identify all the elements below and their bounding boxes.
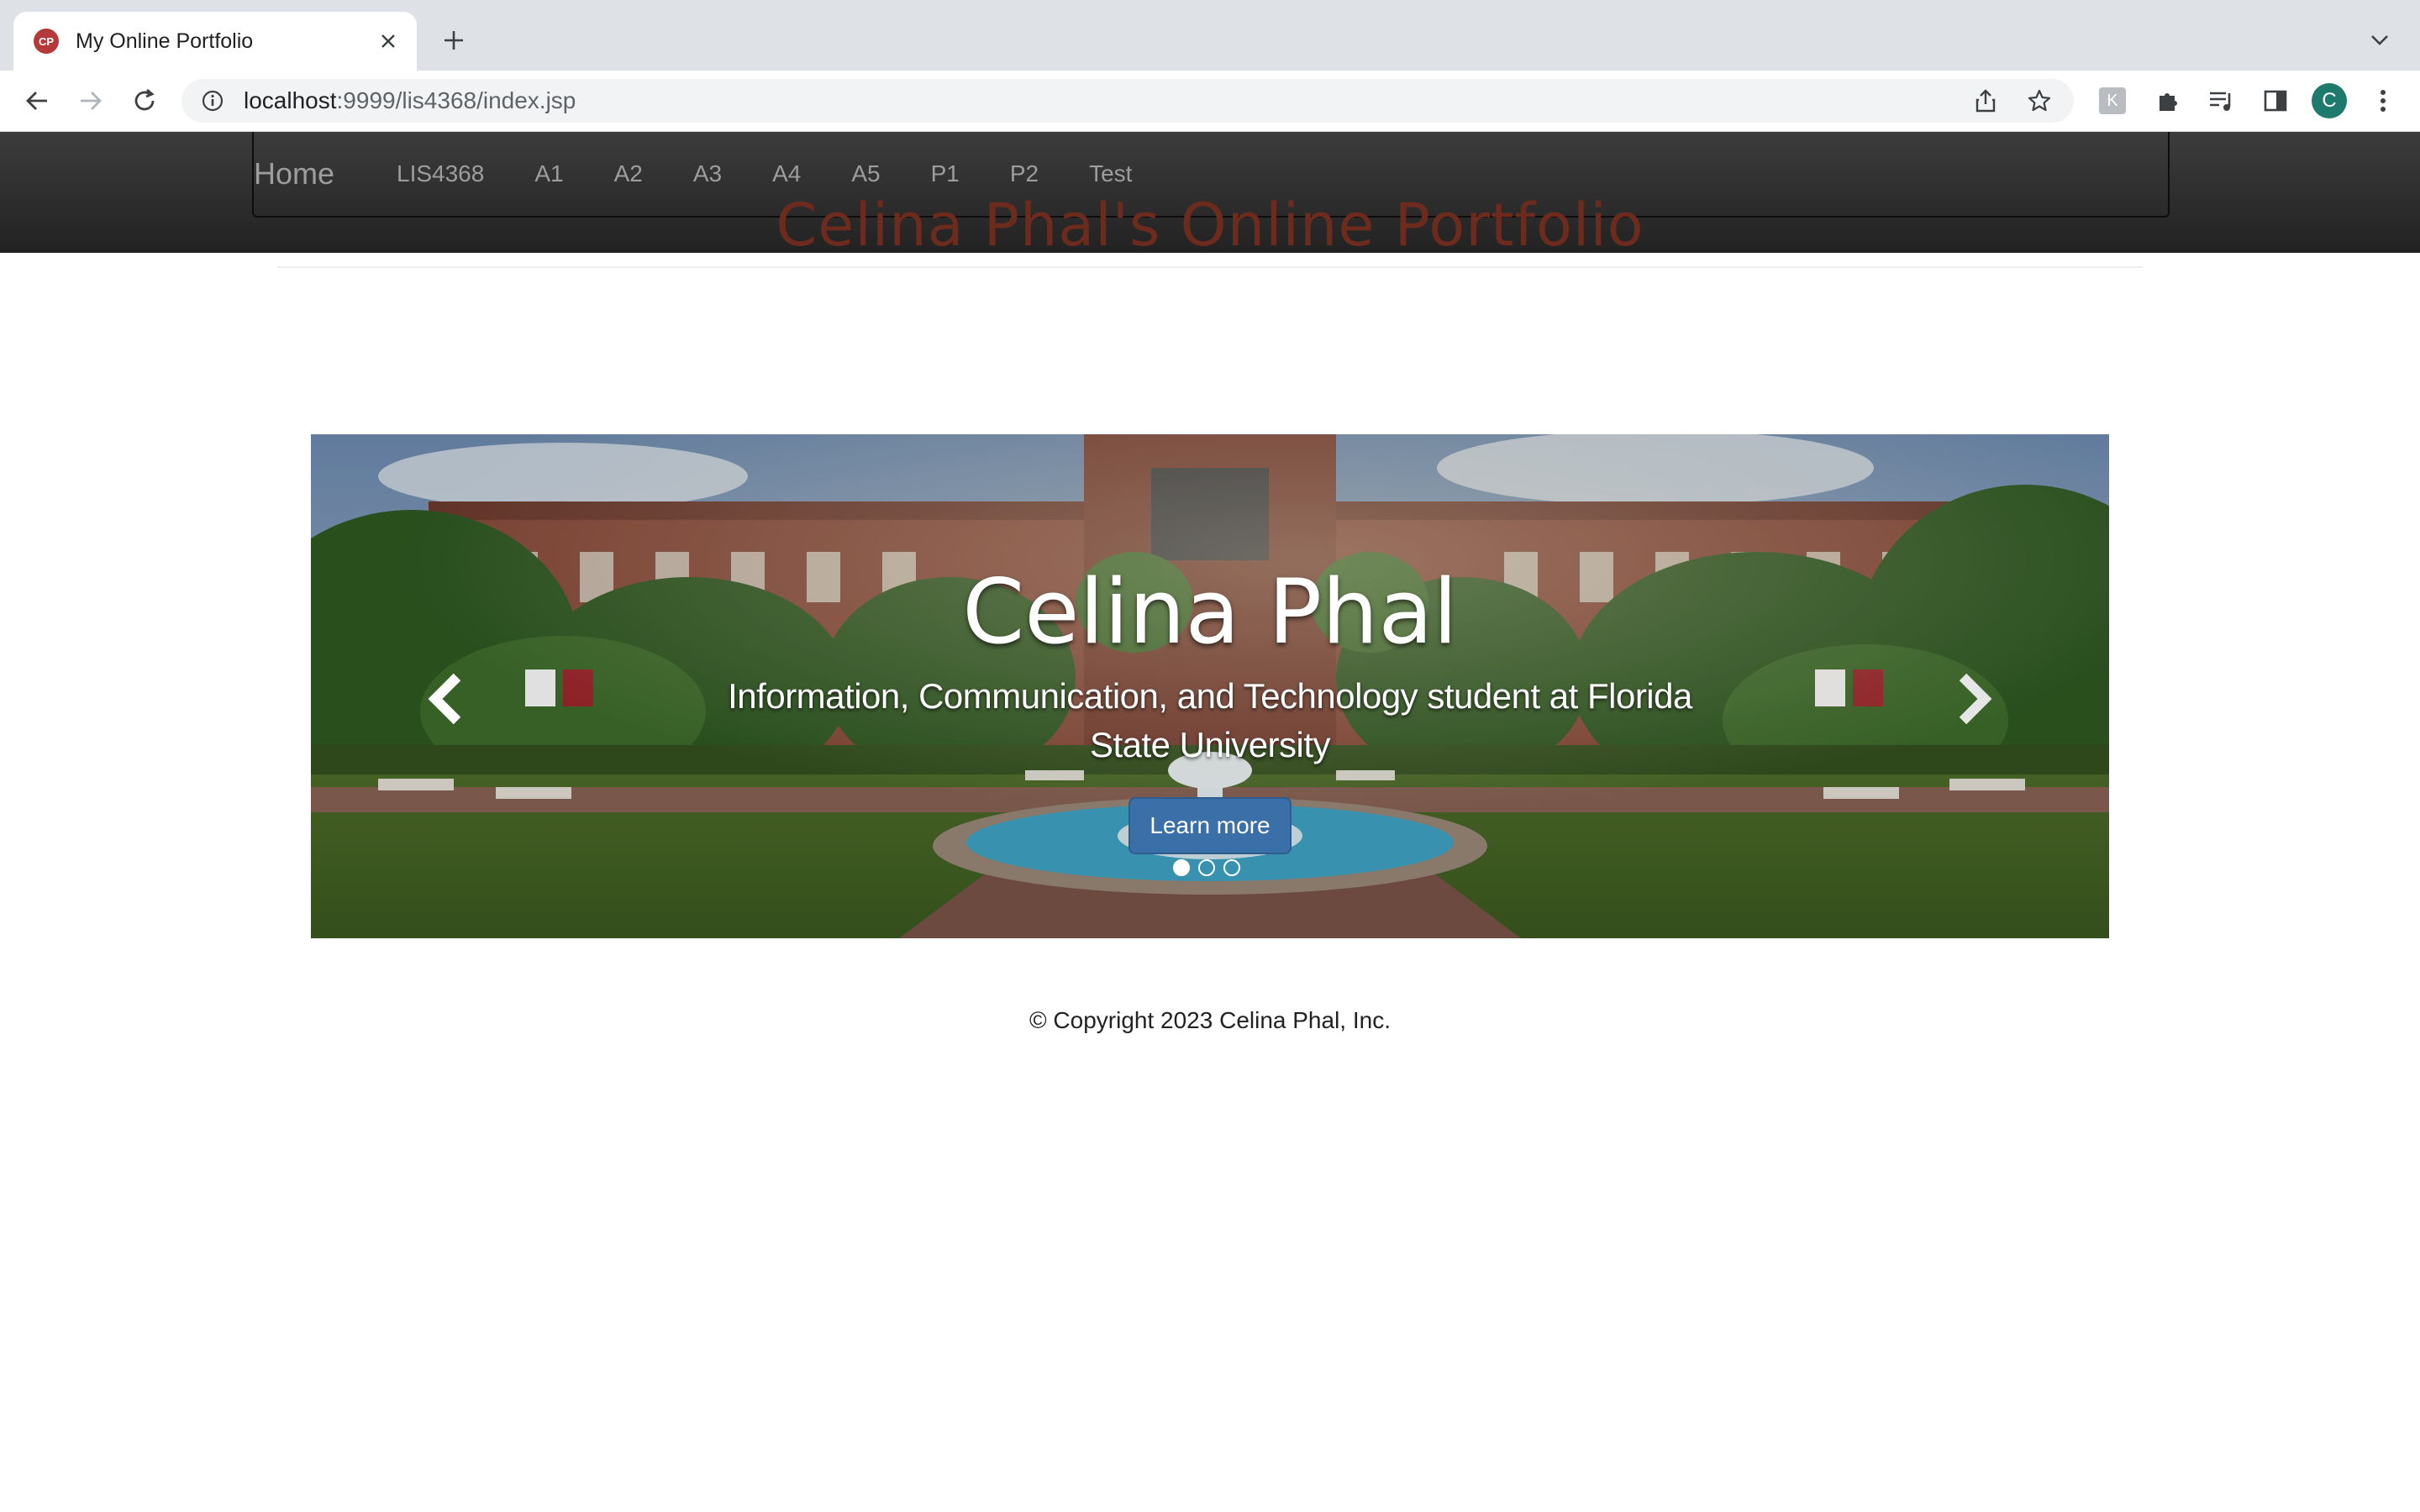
hero-carousel: Celina Phal Information, Communication, … [311,434,2109,938]
page-content: Home LIS4368 A1 A2 A3 A4 A5 P1 P2 Test Celina Ph… [0,132,2420,1512]
media-control-icon[interactable] [2202,81,2242,121]
profile-initial: C [2312,83,2347,118]
bookmark-star-icon[interactable] [2020,81,2059,120]
profile-avatar[interactable]: C [2309,81,2349,121]
page-title: Celina Phal's Online Portfolio [776,191,1644,260]
reload-icon[interactable] [124,81,165,121]
more-menu-icon[interactable] [2363,81,2403,121]
carousel-description: Information, Communication, and Technolo… [728,676,1692,764]
info-icon[interactable] [200,88,225,113]
browser-tab-strip: CP My Online Portfolio [0,0,2420,71]
address-bar[interactable]: localhost:9999/lis4368/index.jsp [182,79,2074,123]
url-host: localhost [244,87,337,113]
heading-divider [277,266,2143,268]
carousel-title: Celina Phal [962,560,1458,664]
carousel-indicator-2[interactable] [1198,859,1215,876]
close-tab-icon[interactable] [371,24,405,58]
puzzle-extensions-icon[interactable] [2148,81,2188,121]
favicon-icon: CP [34,29,59,54]
carousel-indicator-3[interactable] [1223,859,1240,876]
browser-toolbar: localhost:9999/lis4368/index.jsp K C [0,71,2420,132]
share-icon[interactable] [1966,81,2005,120]
back-arrow-icon[interactable] [17,81,57,121]
tab-title: My Online Portfolio [76,29,254,53]
new-tab-icon[interactable] [434,20,474,60]
copyright-footer: © Copyright 2023 Celina Phal, Inc. [1029,1007,1391,1033]
carousel-caption: Celina Phal Information, Communication, … [311,560,2109,769]
carousel-indicators [1173,859,1240,876]
url-text[interactable]: localhost:9999/lis4368/index.jsp [244,87,1966,114]
browser-tab[interactable]: CP My Online Portfolio [13,12,417,71]
side-panel-icon[interactable] [2255,81,2296,121]
chevron-down-icon[interactable] [2361,22,2398,59]
extension-icon[interactable]: K [2092,81,2133,121]
carousel-indicator-1[interactable] [1173,859,1190,876]
learn-more-button[interactable]: Learn more [1128,797,1292,854]
forward-arrow-icon[interactable] [71,81,111,121]
url-path: :9999/lis4368/index.jsp [336,87,576,113]
